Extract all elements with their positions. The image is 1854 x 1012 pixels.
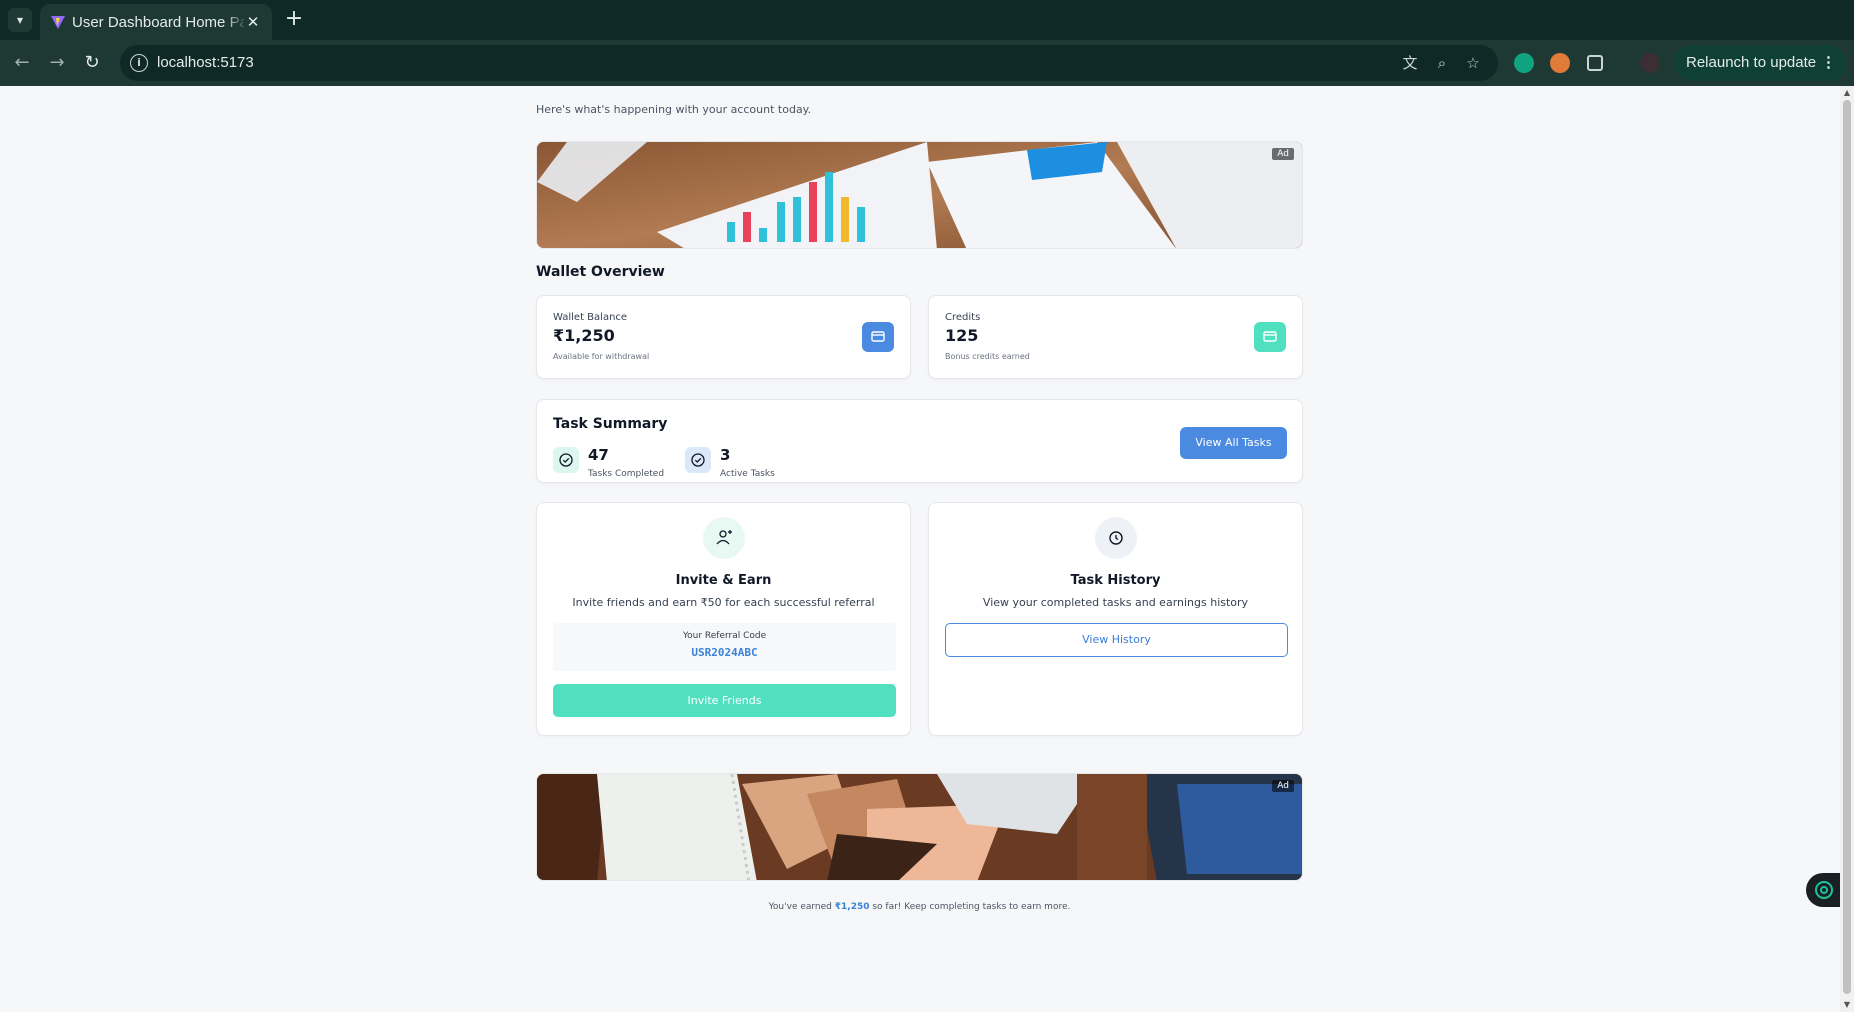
chatgpt-floating-button[interactable] [1806,873,1840,907]
wallet-balance-value: ₹1,250 [553,326,615,345]
site-info-icon[interactable]: i [130,54,148,72]
invite-earn-desc: Invite friends and earn ₹50 for each suc… [572,596,875,609]
check-circle-icon [553,447,579,473]
task-history-card: Task History View your completed tasks a… [928,502,1303,736]
url-text[interactable]: localhost:5173 [157,54,254,72]
translate-icon[interactable]: 文 [1400,53,1420,73]
credit-card-icon [862,322,894,352]
ad-banner-bottom[interactable]: Ad [536,773,1303,881]
reload-icon[interactable]: ↻ [80,51,104,75]
earnings-footer-amount: ₹1,250 [834,902,870,912]
user-plus-icon [702,517,745,559]
referral-code-box: Your Referral Code USR2024ABC [553,623,896,671]
earnings-footer-prefix: You've earned [768,902,835,912]
extensions-puzzle-icon[interactable] [1587,55,1603,71]
vite-favicon-icon [51,16,65,29]
relaunch-button[interactable]: Relaunch to update ⋮ [1674,45,1846,81]
tab-title: User Dashboard Home Page [72,14,244,31]
ad-badge: Ad [1272,148,1294,160]
tab-active[interactable]: User Dashboard Home Page ✕ [40,4,272,40]
check-circle-icon [685,447,711,473]
relaunch-label: Relaunch to update [1686,54,1817,71]
bookmark-star-icon[interactable]: ☆ [1463,53,1483,73]
wallet-section-title: Wallet Overview [536,264,665,280]
view-all-tasks-button[interactable]: View All Tasks [1180,427,1287,459]
invite-friends-button[interactable]: Invite Friends [553,684,896,717]
browser-toolbar: ← → ↻ i localhost:5173 文 ⌕ ☆ Relaunch to… [0,40,1854,86]
zoom-icon[interactable]: ⌕ [1432,53,1452,73]
forward-arrow-icon[interactable]: → [45,51,69,75]
page-viewport: Here's what's happening with your accoun… [0,86,1840,1012]
view-history-button[interactable]: View History [945,623,1288,657]
referral-code-label: Your Referral Code [682,631,767,641]
referral-code[interactable]: USR2024ABC [553,646,896,659]
chatgpt-extension-icon[interactable] [1514,53,1534,73]
wallet-balance-label: Wallet Balance [553,312,628,323]
credits-card: Credits 125 Bonus credits earned [928,295,1303,379]
task-history-desc: View your completed tasks and earnings h… [982,596,1249,609]
task-summary-card: Task Summary 47 Tasks Completed 3 Active… [536,399,1303,483]
ad-banner-bottom-image [537,774,1302,880]
invite-earn-card: Invite & Earn Invite friends and earn ₹5… [536,502,911,736]
new-tab-plus-icon[interactable]: + [282,8,306,32]
credits-label: Credits [945,312,981,323]
wallet-balance-sub: Available for withdrawal [553,352,650,361]
invite-earn-title: Invite & Earn [675,573,772,588]
active-tasks-value: 3 [720,446,731,464]
ad-banner-top-image [537,142,1302,248]
back-arrow-icon[interactable]: ← [10,51,34,75]
openai-icon [1815,881,1833,899]
scroll-down-arrow-icon[interactable]: ▼ [1842,1000,1852,1010]
scroll-up-arrow-icon[interactable]: ▲ [1842,88,1852,98]
scrollbar[interactable]: ▲ ▼ [1840,86,1854,1012]
wallet-balance-card: Wallet Balance ₹1,250 Available for with… [536,295,911,379]
active-tasks-label: Active Tasks [720,469,775,479]
chevron-down-icon[interactable]: ▾ [8,8,32,32]
ad-banner-top[interactable]: Ad [536,141,1303,249]
credit-card-icon [1254,322,1286,352]
address-bar[interactable]: i localhost:5173 文 ⌕ ☆ [120,45,1498,81]
tasks-completed-value: 47 [588,446,609,464]
more-menu-icon[interactable]: ⋮ [1821,45,1836,81]
earnings-footer-suffix: so far! Keep completing tasks to earn mo… [869,902,1071,912]
task-history-title: Task History [1070,573,1161,588]
page-subtitle: Here's what's happening with your accoun… [536,103,812,116]
credits-sub: Bonus credits earned [945,352,1030,361]
clock-icon [1094,517,1137,559]
earnings-footer: You've earned ₹1,250 so far! Keep comple… [536,902,1303,912]
ad-badge: Ad [1272,780,1294,792]
close-icon[interactable]: ✕ [244,13,262,31]
tasks-completed-label: Tasks Completed [588,469,665,479]
avatar[interactable] [1640,53,1660,73]
scrollbar-thumb[interactable] [1843,100,1851,994]
task-summary-title: Task Summary [553,416,668,432]
tab-strip: ▾ User Dashboard Home Page ✕ + [0,0,1854,40]
cookie-extension-icon[interactable] [1550,53,1570,73]
credits-value: 125 [945,326,979,345]
